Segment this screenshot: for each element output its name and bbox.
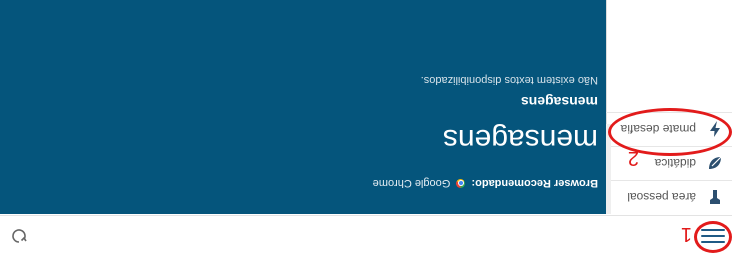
messages-panel: Browser Recomendado: Google Chrome mensa… [0,0,606,214]
browser-name: Google Chrome [372,177,451,189]
empty-state-text: Não existem textos disponibilizados. [420,74,598,86]
chrome-icon [456,179,466,188]
section-title: mensagens [520,94,598,110]
leaf-icon [706,155,724,173]
app-window: área pessoal didática pmate desafia Brow… [0,0,732,257]
sidebar-item-label: área pessoal [627,190,696,205]
person-icon [706,189,724,207]
sidebar: área pessoal didática pmate desafia [606,0,732,214]
annotation-number-2: 2 [627,147,639,169]
annotation-number-1: 1 [680,223,692,245]
annotation-circle-1 [694,221,732,253]
sidebar-item-label: didática [654,156,696,171]
page-title: mensagens [442,123,598,156]
sidebar-item-area-pessoal[interactable]: área pessoal [606,180,732,214]
browser-label: Browser Recomendado: [471,177,598,189]
annotation-circle-2 [608,108,732,156]
refresh-icon[interactable] [10,227,28,245]
top-bar [0,215,732,257]
browser-recommendation: Browser Recomendado: Google Chrome [373,177,598,189]
